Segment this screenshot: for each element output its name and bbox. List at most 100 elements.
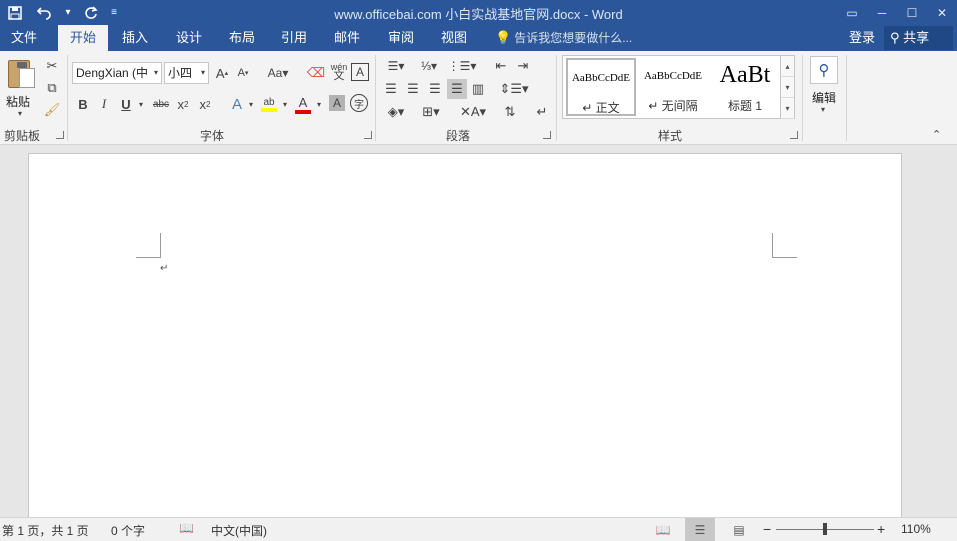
underline-icon[interactable]: U <box>118 95 134 113</box>
minimize-icon[interactable]: ─ <box>867 0 897 25</box>
strikethrough-icon[interactable]: abc <box>150 95 172 113</box>
maximize-icon[interactable]: ☐ <box>897 0 927 25</box>
language-indicator[interactable]: 中文(中国) <box>211 522 267 539</box>
style-no-spacing[interactable]: AaBbCcDdE ↵ 无间隔 <box>638 58 708 116</box>
shrink-font-icon[interactable]: A ▾ <box>234 63 252 83</box>
clipboard-group-label: 剪贴板 <box>4 129 41 143</box>
tab-review[interactable]: 审阅 <box>378 25 424 51</box>
editing-dropdown-icon[interactable]: ▾ <box>821 105 825 114</box>
tab-home[interactable]: 开始 <box>58 25 108 51</box>
font-name-combo[interactable]: DengXian (中 ▾ <box>72 62 162 84</box>
tab-file[interactable]: 文件 <box>0 25 48 51</box>
style-name: ↵ 正文 <box>582 101 620 115</box>
italic-icon[interactable]: I <box>96 95 112 113</box>
crop-mark <box>772 233 773 257</box>
styles-launcher-icon[interactable] <box>790 131 798 139</box>
text-effects-dropdown-icon[interactable]: ▾ <box>246 95 256 113</box>
numbering-icon[interactable]: ⅓▾ <box>415 57 443 75</box>
underline-dropdown-icon[interactable]: ▾ <box>136 95 146 113</box>
font-size-combo[interactable]: 小四 ▾ <box>164 62 209 84</box>
text-effects-icon[interactable]: A <box>228 94 246 114</box>
align-center-icon[interactable]: ☰ <box>404 80 422 98</box>
subscript-icon[interactable]: x2 <box>174 95 192 113</box>
tell-me-placeholder: 告诉我您想要做什么... <box>514 31 633 45</box>
tab-layout[interactable]: 布局 <box>219 25 265 51</box>
chevron-up-icon[interactable]: ▴ <box>781 56 794 77</box>
font-color-icon[interactable]: A <box>293 93 313 115</box>
tab-references[interactable]: 引用 <box>271 25 317 51</box>
style-sample: AaBbCcDdE <box>643 70 703 82</box>
bullets-icon[interactable]: ☰▾ <box>382 57 410 75</box>
multilevel-list-icon[interactable]: ⋮☰▾ <box>448 57 477 75</box>
paragraph-group-label: 段落 <box>446 129 471 143</box>
copy-icon[interactable]: ⧉ <box>43 79 61 97</box>
align-right-icon[interactable]: ☰ <box>426 80 444 98</box>
sign-in-link[interactable]: 登录 <box>849 25 875 51</box>
paste-button[interactable] <box>6 56 36 92</box>
style-name: ↵ 无间隔 <box>648 99 698 113</box>
line-spacing-icon[interactable]: ⇕☰▾ <box>499 80 528 98</box>
word-count[interactable]: 0 个字 <box>111 522 145 539</box>
format-painter-icon[interactable]: 🖌 <box>43 101 61 119</box>
font-name-value: DengXian (中 <box>76 66 149 80</box>
clipboard-launcher-icon[interactable] <box>56 131 64 139</box>
proofing-icon[interactable]: 📖 <box>179 521 194 535</box>
share-button[interactable]: ⚲ 共享 <box>884 26 953 50</box>
search-icon[interactable]: ⚲ <box>810 56 838 84</box>
read-mode-icon[interactable]: 📖 <box>648 518 678 541</box>
editing-label[interactable]: 编辑 <box>812 89 836 106</box>
zoom-in-icon[interactable]: + <box>877 521 885 537</box>
tab-design[interactable]: 设计 <box>166 25 212 51</box>
character-border-icon[interactable]: A <box>351 63 369 81</box>
bold-icon[interactable]: B <box>75 95 91 113</box>
clear-formatting-icon[interactable]: ⌫ <box>306 63 326 83</box>
highlight-color-icon[interactable]: ab <box>259 93 279 115</box>
superscript-icon[interactable]: x2 <box>196 95 214 113</box>
align-left-icon[interactable]: ☰ <box>382 80 400 98</box>
more-styles-icon[interactable]: ▾ <box>781 98 794 119</box>
zoom-level[interactable]: 110% <box>901 522 931 536</box>
zoom-slider-thumb[interactable] <box>823 523 827 535</box>
sort-icon[interactable]: ⇅ <box>500 103 520 121</box>
cut-icon[interactable]: ✂ <box>43 57 61 75</box>
collapse-ribbon-icon[interactable]: ⌃ <box>932 128 941 141</box>
phonetic-guide-icon[interactable]: wén 文 <box>329 61 349 83</box>
style-normal[interactable]: AaBbCcDdE ↵ 正文 <box>566 58 636 116</box>
change-case-icon[interactable]: Aa▾ <box>263 63 293 83</box>
font-launcher-icon[interactable] <box>364 131 372 139</box>
crop-mark <box>772 257 797 258</box>
decrease-indent-icon[interactable]: ⇤ <box>491 57 511 75</box>
highlight-dropdown-icon[interactable]: ▾ <box>280 95 290 113</box>
close-icon[interactable]: ✕ <box>927 0 957 25</box>
paste-dropdown-icon[interactable]: ▾ <box>18 109 22 118</box>
tab-view[interactable]: 视图 <box>431 25 477 51</box>
ribbon-display-options-icon[interactable]: ▭ <box>837 0 867 25</box>
print-layout-icon[interactable]: ☰ <box>685 518 715 541</box>
style-sample: AaBbCcDdE <box>571 72 631 84</box>
character-shading-icon[interactable]: A <box>329 95 345 111</box>
web-layout-icon[interactable]: ▤ <box>724 518 754 541</box>
tab-mailings[interactable]: 邮件 <box>324 25 370 51</box>
chevron-down-icon[interactable]: ▾ <box>781 77 794 98</box>
window-controls: ▭ ─ ☐ ✕ <box>837 0 957 25</box>
grow-font-icon[interactable]: A ▴ <box>213 63 231 83</box>
enclose-characters-icon[interactable]: 字 <box>350 94 368 112</box>
distributed-icon[interactable]: ▥ <box>469 80 487 98</box>
shading-icon[interactable]: ◈▾ <box>382 103 410 121</box>
paragraph-launcher-icon[interactable] <box>543 131 551 139</box>
chevron-down-icon: ▾ <box>153 68 158 77</box>
font-color-dropdown-icon[interactable]: ▾ <box>314 95 324 113</box>
zoom-out-icon[interactable]: − <box>763 521 771 537</box>
increase-indent-icon[interactable]: ⇥ <box>513 57 533 75</box>
chinese-layout-icon[interactable]: ✕A▾ <box>458 103 488 121</box>
justify-icon[interactable]: ☰ <box>447 79 467 99</box>
show-hide-marks-icon[interactable]: ↵ <box>533 103 551 121</box>
style-heading-1[interactable]: AaBt 标题 1 <box>710 58 780 116</box>
chevron-down-icon: ▾ <box>200 68 205 77</box>
document-page[interactable]: ↵ <box>28 153 902 523</box>
crop-mark <box>136 257 161 258</box>
borders-icon[interactable]: ⊞▾ <box>417 103 445 121</box>
tell-me-box[interactable]: 💡 告诉我您想要做什么... <box>495 25 632 51</box>
page-count[interactable]: 第 1 页，共 1 页 <box>2 522 89 539</box>
tab-insert[interactable]: 插入 <box>112 25 158 51</box>
